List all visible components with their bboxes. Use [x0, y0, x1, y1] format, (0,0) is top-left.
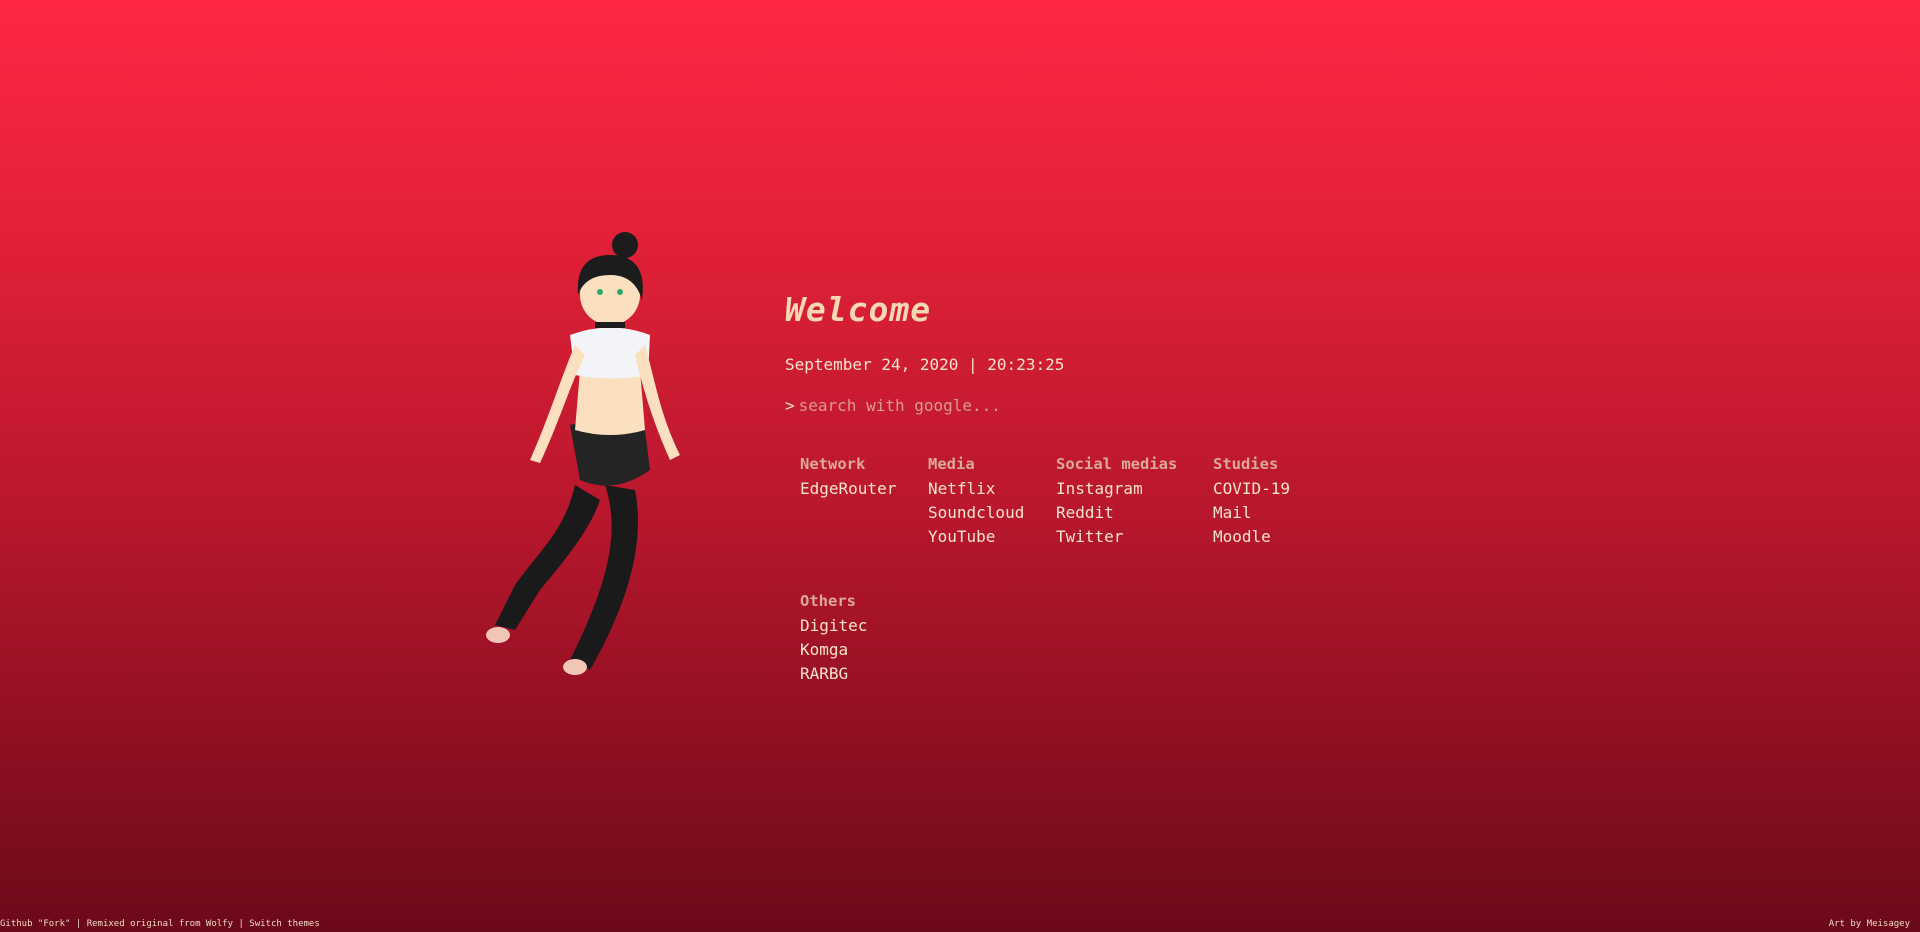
github-fork-link[interactable]: Github "Fork" [0, 919, 70, 929]
link-mail[interactable]: Mail [1213, 501, 1290, 525]
footer-separator: | [233, 919, 250, 929]
character-illustration [486, 232, 680, 675]
link-digitec[interactable]: Digitec [800, 614, 867, 638]
group-media: Media Netflix Soundcloud YouTube [928, 455, 1024, 549]
group-studies: Studies COVID-19 Mail Moodle [1213, 455, 1290, 549]
link-komga[interactable]: Komga [800, 638, 867, 662]
group-title: Others [800, 592, 856, 610]
link-moodle[interactable]: Moodle [1213, 525, 1290, 549]
link-instagram[interactable]: Instagram [1056, 477, 1177, 501]
group-title: Social medias [1056, 455, 1178, 473]
search-bar: > [785, 396, 1360, 415]
group-title: Studies [1213, 455, 1279, 473]
art-credit: Art by Meisagey [1829, 919, 1910, 929]
link-reddit[interactable]: Reddit [1056, 501, 1177, 525]
group-title: Network [800, 455, 866, 473]
remixed-original-link[interactable]: Remixed original from Wolfy [87, 919, 233, 929]
search-input[interactable] [798, 396, 1119, 415]
group-others: Others Digitec Komga RARBG [800, 592, 867, 686]
switch-themes-link[interactable]: Switch themes [249, 919, 319, 929]
group-title: Media [928, 455, 975, 473]
art-credit-link[interactable]: Art by Meisagey [1829, 919, 1910, 929]
start-page-content: Welcome September 24, 2020 | 20:23:25 > … [785, 290, 1360, 685]
footer-separator: | [70, 919, 87, 929]
date-time-display: September 24, 2020 | 20:23:25 [785, 355, 1065, 374]
link-netflix[interactable]: Netflix [928, 477, 1024, 501]
bookmark-groups: Network EdgeRouter Media Netflix Soundcl… [800, 455, 1360, 685]
footer-links: Github "Fork" | Remixed original from Wo… [0, 919, 320, 929]
group-social-medias: Social medias Instagram Reddit Twitter [1056, 455, 1177, 549]
link-rarbg[interactable]: RARBG [800, 662, 867, 686]
link-edgerouter[interactable]: EdgeRouter [800, 477, 896, 501]
prompt-icon: > [785, 396, 795, 415]
group-network: Network EdgeRouter [800, 455, 896, 501]
welcome-title: Welcome [785, 290, 932, 329]
link-youtube[interactable]: YouTube [928, 525, 1024, 549]
link-soundcloud[interactable]: Soundcloud [928, 501, 1024, 525]
link-twitter[interactable]: Twitter [1056, 525, 1177, 549]
link-covid-19[interactable]: COVID-19 [1213, 477, 1290, 501]
